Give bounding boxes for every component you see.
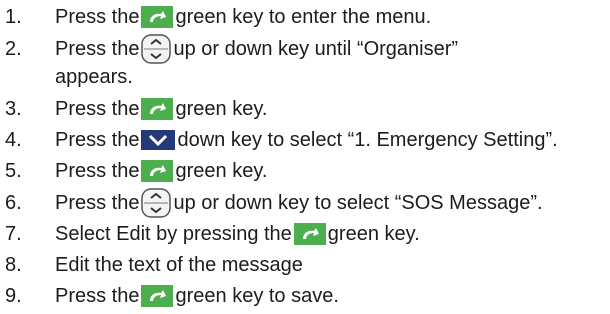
green-key-icon xyxy=(293,222,326,246)
step-number: 9. xyxy=(5,285,22,307)
step-text-before: Press the xyxy=(55,129,140,151)
step-7: 7. Select Edit by pressing the green key… xyxy=(0,219,420,249)
step-number: 7. xyxy=(5,223,22,245)
step-text-before: Press the xyxy=(55,6,140,28)
step-text-before: Press the xyxy=(55,98,140,120)
step-text-after: up or down key until “Organiser” xyxy=(173,38,459,60)
step-3: 3. Press the green key. xyxy=(0,94,267,124)
up-down-key-icon xyxy=(141,188,172,218)
step-number: 5. xyxy=(5,160,22,182)
step-1: 1. Press the green key to enter the menu… xyxy=(0,2,431,32)
step-number: 3. xyxy=(5,98,22,120)
step-text-before: Select Edit by pressing the xyxy=(55,223,292,245)
step-text-after: green key to save. xyxy=(175,285,339,307)
step-4: 4. Press the down key to select “1. Emer… xyxy=(0,125,558,155)
step-text-before: Press the xyxy=(55,38,140,60)
step-2: 2. Press the up or down key until “Organ… xyxy=(0,34,458,64)
step-6: 6. Press the up or down key to select “S… xyxy=(0,188,543,218)
step-text: Edit the text of the message xyxy=(55,254,303,276)
step-9: 9. Press the green key to save. xyxy=(0,281,339,311)
up-down-key-icon xyxy=(141,34,172,64)
step-5: 5. Press the green key. xyxy=(0,156,267,186)
step-text-after: green key. xyxy=(327,223,420,245)
step-text-after: down key to select “1. Emergency Setting… xyxy=(177,129,558,151)
green-key-icon xyxy=(141,5,174,29)
step-number: 1. xyxy=(5,6,22,28)
step-number: 2. xyxy=(5,38,22,60)
green-key-icon xyxy=(141,159,174,183)
step-number: 4. xyxy=(5,129,22,151)
step-text-before: Press the xyxy=(55,192,140,214)
step-text-after: up or down key to select “SOS Message”. xyxy=(173,192,543,214)
instruction-list: 1. Press the green key to enter the menu… xyxy=(0,0,610,314)
green-key-icon xyxy=(141,97,174,121)
step-number: 8. xyxy=(5,254,22,276)
step-text-after: green key. xyxy=(175,98,268,120)
down-key-icon xyxy=(141,129,176,151)
step-2-continuation: appears. xyxy=(55,66,133,88)
step-number: 6. xyxy=(5,192,22,214)
step-text-before: Press the xyxy=(55,160,140,182)
step-8: 8. Edit the text of the message xyxy=(0,250,303,280)
step-text-before: Press the xyxy=(55,285,140,307)
step-text-after: green key. xyxy=(175,160,268,182)
step-text-after: green key to enter the menu. xyxy=(175,6,432,28)
green-key-icon xyxy=(141,284,174,308)
